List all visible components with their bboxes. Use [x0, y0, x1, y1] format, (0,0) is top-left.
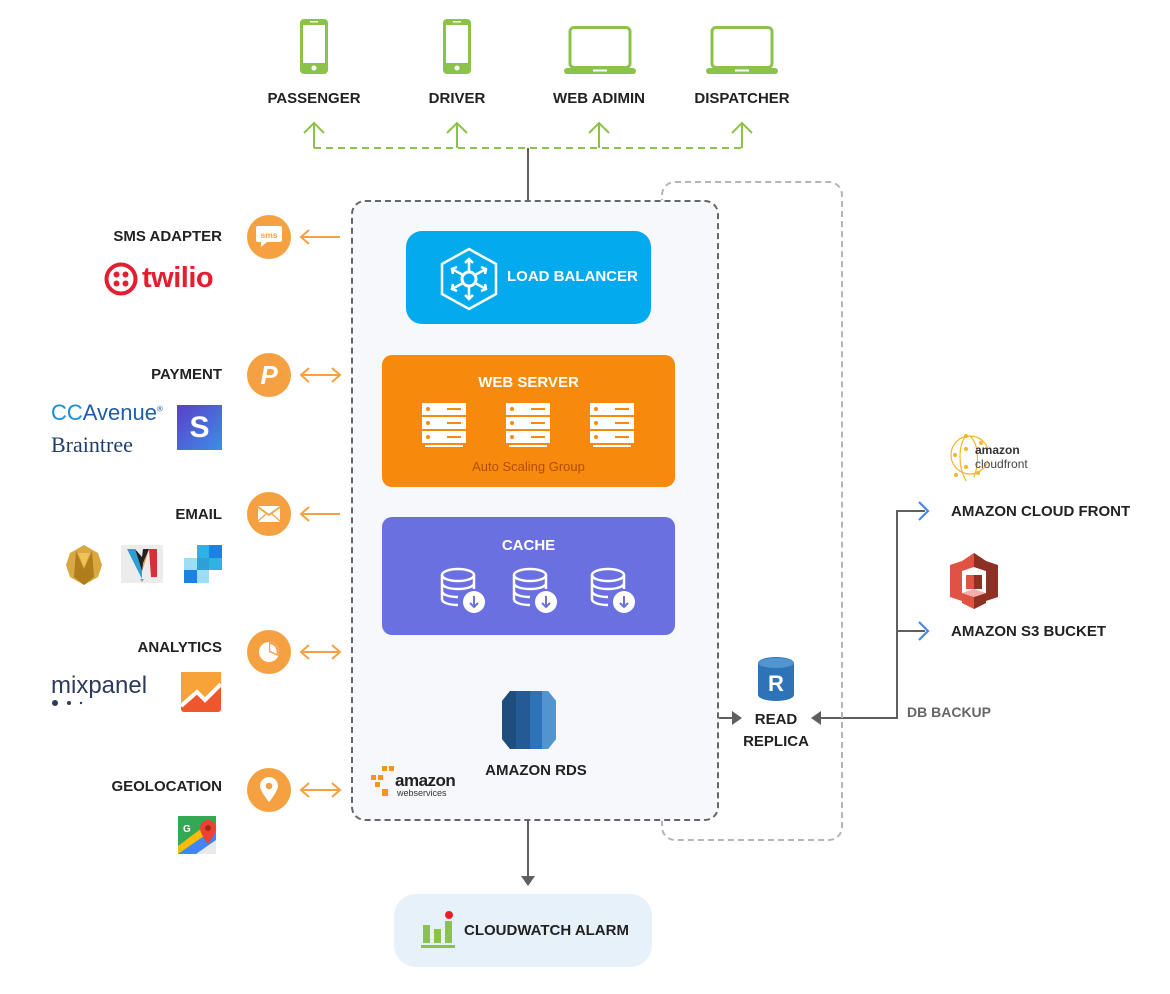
service-label-analytics: ANALYTICS — [137, 639, 222, 656]
client-label: DISPATCHER — [694, 90, 790, 107]
load-balancer-node[interactable]: LOAD BALANCER — [406, 231, 651, 324]
client-label: WEB ADIMIN — [553, 90, 645, 107]
twilio-logo: twilio — [104, 262, 222, 298]
load-balancer-label: LOAD BALANCER — [507, 268, 638, 285]
read-replica-label: READ REPLICA — [743, 711, 809, 750]
google-analytics-logo — [181, 672, 221, 712]
ccavenue-logo: CCAvenue® — [51, 400, 163, 425]
cloudfront-label[interactable]: AMAZON CLOUD FRONT — [951, 503, 1130, 520]
laptop-icon — [706, 26, 778, 74]
maps-letter: G — [183, 824, 191, 835]
analytics-arrow — [299, 644, 342, 660]
pie-chart-icon[interactable] — [247, 630, 291, 674]
database-download-icon — [590, 567, 635, 613]
server-icon — [590, 403, 634, 447]
cloudfront-subtext: cloudfront — [975, 457, 1028, 471]
auto-scaling-label: Auto Scaling Group — [472, 459, 585, 474]
aws-subtext: webservices — [397, 788, 447, 798]
paypal-icon[interactable]: P — [247, 353, 291, 397]
cache-label: CACHE — [501, 537, 556, 554]
web-server-label: WEB SERVER — [478, 374, 579, 391]
email-arrow — [299, 506, 340, 522]
client-label: DRIVER — [428, 90, 486, 107]
replica-letter: R — [768, 671, 784, 696]
laptop-icon — [564, 26, 636, 74]
sms-icon[interactable]: sms — [247, 215, 291, 259]
web-server-node[interactable]: WEB SERVER Auto Scaling Group — [382, 355, 675, 487]
location-pin-icon[interactable] — [247, 768, 291, 812]
smartphone-icon — [300, 19, 328, 74]
server-icon — [506, 403, 550, 447]
client-connectors — [303, 121, 753, 149]
database-download-icon — [440, 567, 485, 613]
sms-arrow — [299, 229, 340, 245]
twilio-text: twilio — [142, 262, 214, 294]
mandrill-logo — [121, 545, 163, 583]
envelope-icon[interactable] — [247, 492, 291, 536]
payment-arrow — [299, 367, 342, 383]
cloudwatch-alarm-node[interactable]: CLOUDWATCH ALARM — [394, 894, 652, 967]
client-label: PASSENGER — [267, 90, 361, 107]
service-label-sms: SMS ADAPTER — [113, 228, 222, 245]
sms-text: sms — [260, 230, 277, 240]
geolocation-arrow — [299, 782, 342, 798]
amazon-rds-icon[interactable] — [502, 691, 556, 749]
cache-node[interactable]: CACHE — [382, 517, 675, 635]
service-label-email: EMAIL — [175, 506, 222, 523]
s3-bucket-label[interactable]: AMAZON S3 BUCKET — [951, 623, 1106, 640]
sendgrid-logo — [184, 545, 222, 583]
read-replica-icon[interactable]: R — [758, 657, 794, 701]
stripe-logo: S — [177, 405, 222, 450]
smartphone-icon — [443, 19, 471, 74]
mixpanel-logo: mixpanel — [51, 672, 148, 699]
aws-logo: amazon webservices — [371, 765, 461, 799]
arrowhead-cloudwatch — [521, 876, 535, 886]
load-balancer-icon — [440, 247, 498, 311]
service-label-geolocation: GEOLOCATION — [111, 778, 222, 795]
google-maps-logo: G — [178, 816, 216, 854]
mixpanel-dots — [52, 700, 83, 706]
db-backup-label: DB BACKUP — [907, 704, 991, 720]
s3-bucket-logo — [950, 553, 998, 609]
cloudfront-logo: amazon cloudfront — [948, 433, 1038, 485]
braintree-logo: Braintree — [51, 432, 133, 457]
database-download-icon — [512, 567, 557, 613]
cloudwatch-label: CLOUDWATCH ALARM — [464, 922, 629, 939]
cloudfront-text: amazon — [975, 443, 1020, 457]
service-label-payment: PAYMENT — [151, 366, 222, 383]
server-icon — [422, 403, 466, 447]
amazon-ses-logo — [66, 545, 102, 585]
cloudwatch-chart-icon — [421, 911, 455, 948]
amazon-rds-label: AMAZON RDS — [485, 762, 587, 779]
